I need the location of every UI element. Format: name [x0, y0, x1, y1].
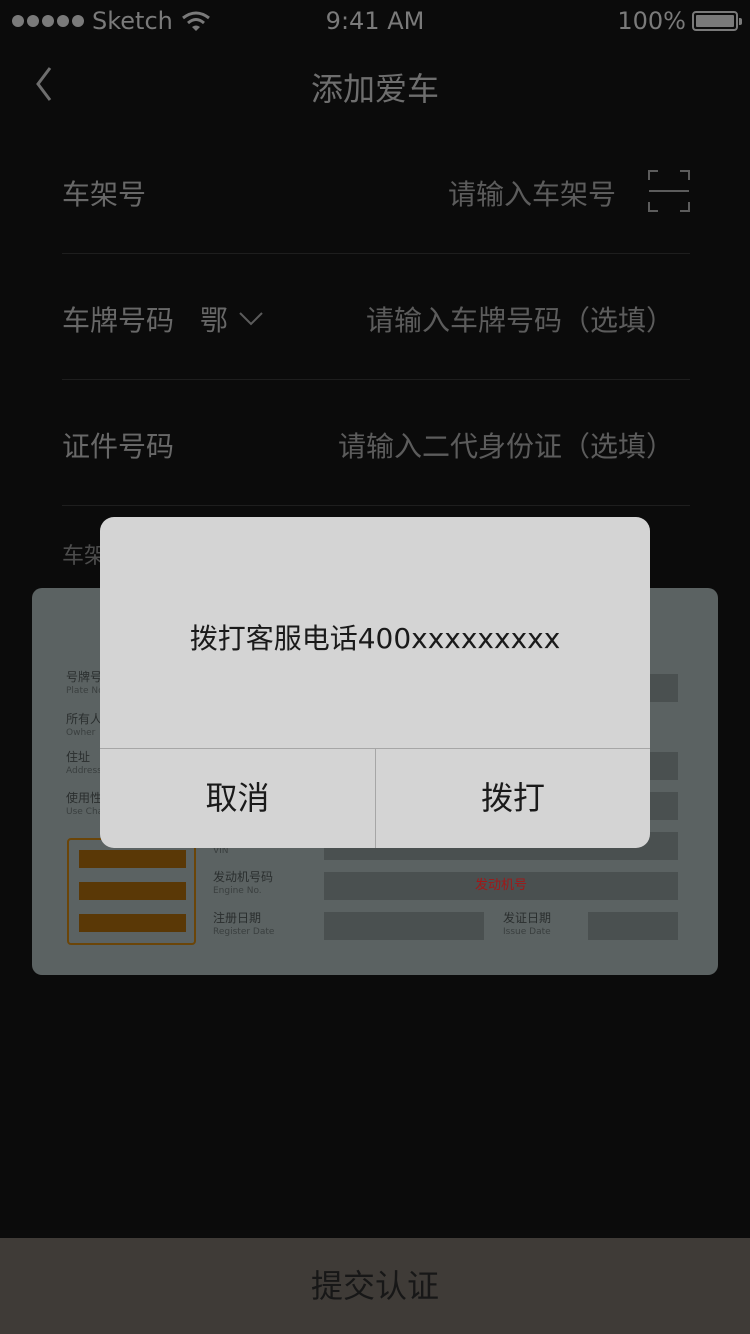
- status-right: 100%: [617, 7, 742, 35]
- battery-percent: 100%: [617, 7, 686, 35]
- card-field-register: 注册日期 Register Date: [213, 911, 275, 937]
- chevron-down-icon: [239, 312, 263, 326]
- card-field-use: 使用性 Use Cha: [66, 791, 104, 817]
- plate-row[interactable]: 车牌号码 鄂 请输入车牌号码（选填）: [62, 254, 690, 380]
- card-box: [324, 912, 484, 940]
- battery-icon: [692, 11, 742, 31]
- nav-bar: 添加爱车: [0, 50, 750, 120]
- plate-label: 车牌号码: [62, 304, 175, 337]
- vin-input[interactable]: 请输入车架号: [448, 173, 616, 213]
- submit-button[interactable]: 提交认证: [0, 1238, 750, 1334]
- vin-row[interactable]: 车架号 请输入车架号: [62, 128, 690, 254]
- id-label: 证件号码: [62, 430, 175, 463]
- engine-number-box: 发动机号: [324, 872, 678, 900]
- vin-label: 车架号: [62, 178, 147, 211]
- card-photo: [67, 838, 196, 945]
- region-value: 鄂: [200, 304, 229, 337]
- scan-icon[interactable]: [648, 170, 690, 212]
- card-box: [588, 912, 678, 940]
- call-alert-dialog: 拨打客服电话400xxxxxxxxx 取消 拨打: [100, 517, 650, 848]
- alert-message: 拨打客服电话400xxxxxxxxx: [189, 622, 561, 655]
- id-input[interactable]: 请输入二代身份证（选填）: [338, 425, 674, 465]
- card-field-address: 住址 Address: [66, 750, 102, 776]
- plate-input[interactable]: 请输入车牌号码（选填）: [366, 299, 674, 339]
- card-field-issue: 发证日期 Issue Date: [503, 911, 552, 937]
- cancel-button[interactable]: 取消: [100, 749, 375, 848]
- call-button[interactable]: 拨打: [375, 749, 650, 848]
- id-row[interactable]: 证件号码 请输入二代身份证（选填）: [62, 380, 690, 506]
- status-bar: Sketch 9:41 AM 100%: [0, 0, 750, 40]
- region-selector[interactable]: 鄂: [200, 299, 264, 339]
- card-field-owner: 所有人 Owher: [66, 712, 103, 738]
- page-title: 添加爱车: [310, 70, 439, 108]
- card-field-engine: 发动机号码 Engine No.: [213, 870, 274, 896]
- card-field-plate: 号牌号 Plate No: [66, 670, 104, 696]
